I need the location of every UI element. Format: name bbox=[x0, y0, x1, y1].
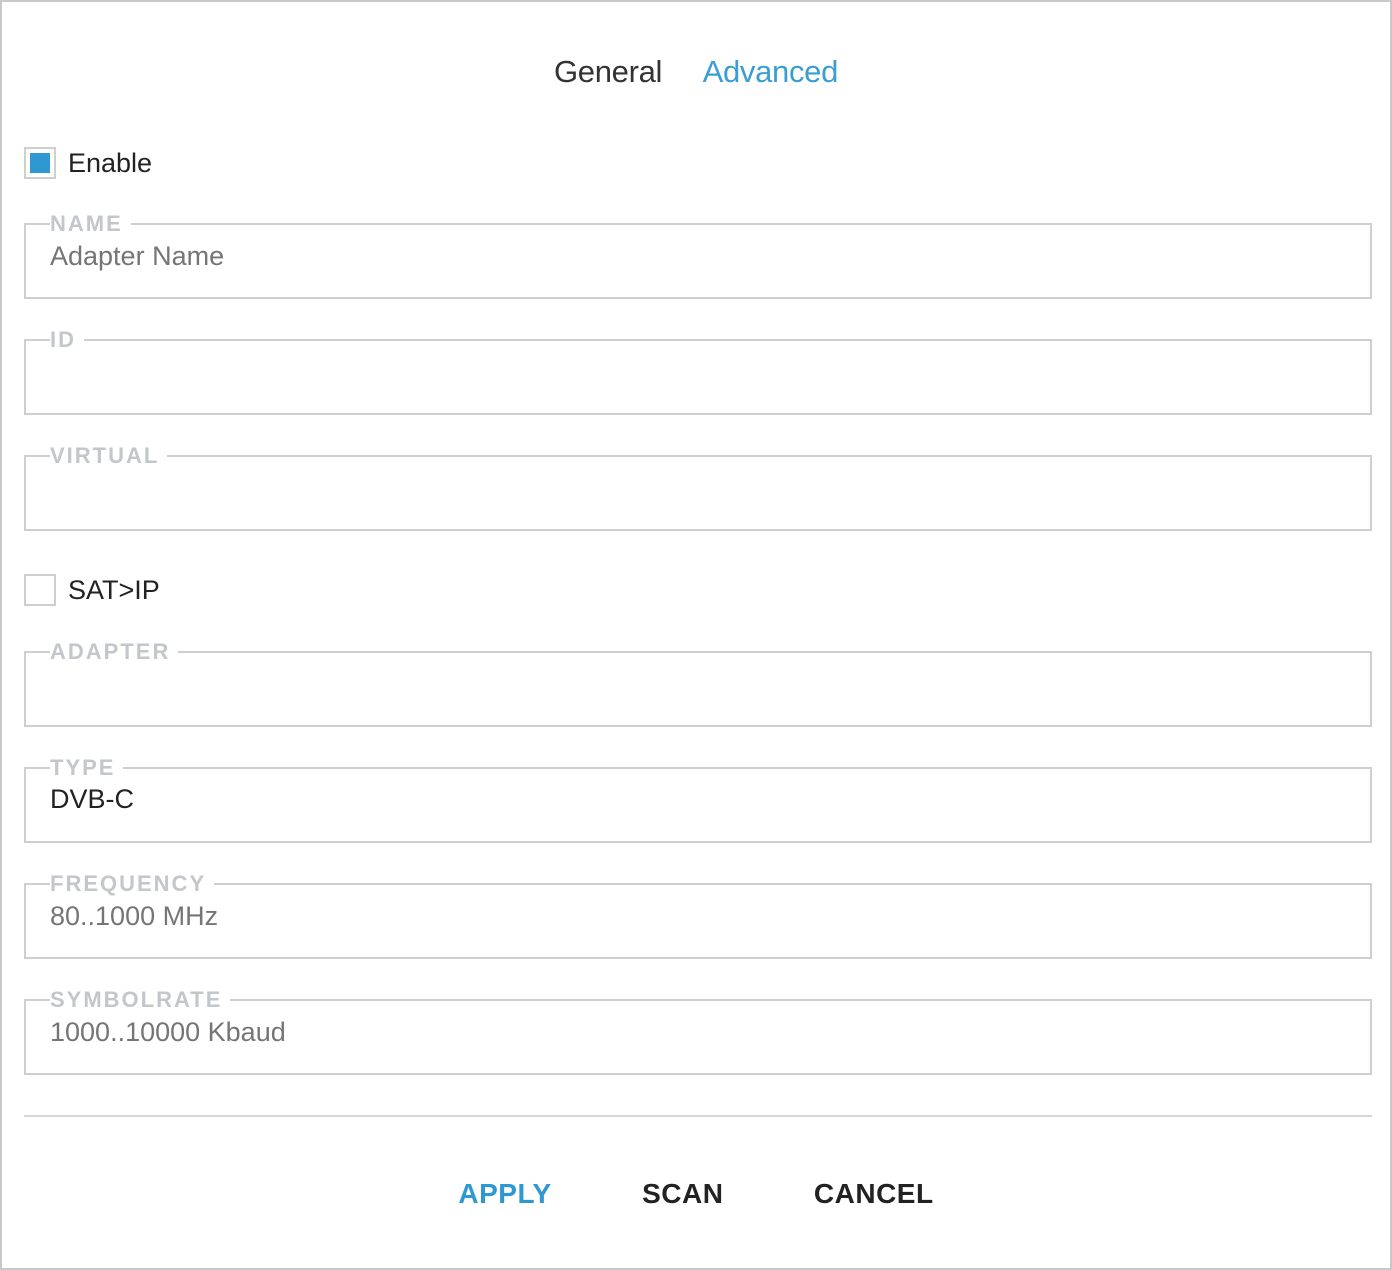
name-input[interactable] bbox=[50, 238, 1346, 274]
name-field-label: NAME bbox=[50, 211, 123, 236]
name-field: NAME bbox=[24, 212, 1372, 299]
virtual-input[interactable] bbox=[50, 470, 1346, 506]
type-field-label: TYPE bbox=[50, 755, 116, 780]
symbolrate-field: SYMBOLRATE bbox=[24, 988, 1372, 1075]
enable-row: Enable bbox=[24, 147, 152, 179]
tab-general[interactable]: General bbox=[554, 54, 662, 90]
symbolrate-input[interactable] bbox=[50, 1014, 1346, 1050]
adapter-input[interactable] bbox=[50, 666, 1346, 702]
symbolrate-field-label: SYMBOLRATE bbox=[50, 987, 223, 1012]
satip-checkbox[interactable] bbox=[24, 574, 56, 606]
type-select[interactable]: DVB-C bbox=[50, 782, 1346, 818]
adapter-dialog: General Advanced Enable NAME ID VIRTUAL … bbox=[0, 0, 1392, 1270]
id-input[interactable] bbox=[50, 354, 1346, 390]
adapter-field-label: ADAPTER bbox=[50, 639, 171, 664]
apply-button[interactable]: APPLY bbox=[458, 1178, 551, 1210]
virtual-field-label: VIRTUAL bbox=[50, 443, 160, 468]
enable-label: Enable bbox=[68, 147, 153, 178]
cancel-button[interactable]: CANCEL bbox=[814, 1178, 934, 1210]
enable-checkbox[interactable] bbox=[24, 147, 56, 179]
virtual-field: VIRTUAL bbox=[24, 444, 1372, 531]
action-bar: APPLY SCAN CANCEL bbox=[2, 1178, 1390, 1210]
frequency-input[interactable] bbox=[50, 898, 1346, 934]
adapter-field: ADAPTER bbox=[24, 640, 1372, 727]
satip-label: SAT>IP bbox=[68, 574, 160, 605]
divider bbox=[24, 1115, 1372, 1117]
satip-row: SAT>IP bbox=[24, 574, 160, 606]
id-field-label: ID bbox=[50, 327, 76, 352]
id-field: ID bbox=[24, 328, 1372, 415]
tab-advanced[interactable]: Advanced bbox=[703, 54, 839, 90]
scan-button[interactable]: SCAN bbox=[642, 1178, 723, 1210]
frequency-field-label: FREQUENCY bbox=[50, 871, 207, 896]
tab-bar: General Advanced bbox=[2, 54, 1390, 90]
frequency-field: FREQUENCY bbox=[24, 872, 1372, 959]
type-field: TYPE DVB-C bbox=[24, 756, 1372, 843]
